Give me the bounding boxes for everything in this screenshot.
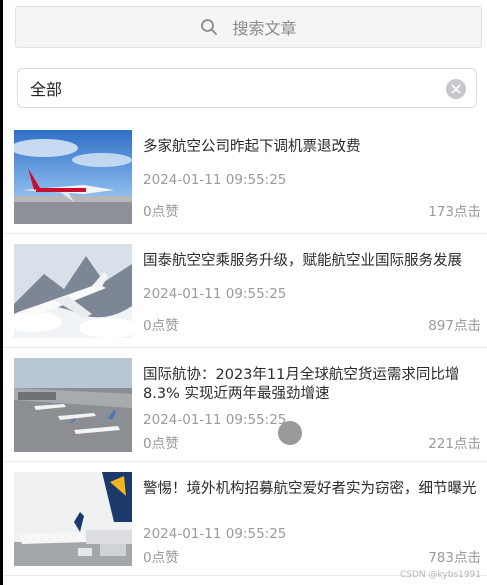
article-item[interactable]: 国泰航空空乘服务升级，赋能航空业国际服务发展 2024-01-11 09:55:… <box>3 234 487 348</box>
like-count[interactable]: 0点赞 <box>143 314 179 334</box>
like-count[interactable]: 0点赞 <box>143 432 179 452</box>
click-count: 221点击 <box>428 436 481 452</box>
article-date: 2024-01-11 09:55:25 <box>143 286 287 302</box>
search-icon <box>200 18 218 36</box>
article-title[interactable]: 国际航协：2023年11月全球航空货运需求同比增8.3% 实现近两年最强劲增速 <box>143 366 479 404</box>
search-placeholder: 搜索文章 <box>232 19 297 38</box>
click-count: 897点击 <box>428 318 481 334</box>
article-title[interactable]: 多家航空公司昨起下调机票退改费 <box>143 138 479 157</box>
article-item[interactable]: 国际航协：2023年11月全球航空货运需求同比增8.3% 实现近两年最强劲增速 … <box>3 348 487 462</box>
click-count: 173点击 <box>428 204 481 220</box>
article-title[interactable]: 警惕！境外机构招募航空爱好者实为窃密，细节曝光 <box>143 480 479 499</box>
article-item[interactable]: 多家航空公司昨起下调机票退改费 2024-01-11 09:55:25 0点赞 … <box>3 120 487 234</box>
article-date: 2024-01-11 09:55:25 <box>143 412 287 428</box>
article-list: 多家航空公司昨起下调机票退改费 2024-01-11 09:55:25 0点赞 … <box>3 120 487 576</box>
article-date: 2024-01-11 09:55:25 <box>143 172 287 188</box>
article-thumbnail[interactable] <box>14 244 132 338</box>
article-date: 2024-01-11 09:55:25 <box>143 526 287 542</box>
like-count[interactable]: 0点赞 <box>143 546 179 566</box>
article-item[interactable]: 警惕！境外机构招募航空爱好者实为窃密，细节曝光 2024-01-11 09:55… <box>3 462 487 576</box>
article-thumbnail[interactable] <box>14 358 132 452</box>
category-filter[interactable]: 全部 <box>17 68 477 108</box>
touch-indicator <box>278 421 302 445</box>
article-thumbnail[interactable] <box>14 130 132 224</box>
page: 搜索文章 全部 多家航空公司昨起下调机票退改费 2024-01-11 09:55… <box>3 0 487 585</box>
watermark: CSDN @kybs1991 <box>399 570 481 580</box>
like-count[interactable]: 0点赞 <box>143 200 179 220</box>
search-bar[interactable]: 搜索文章 <box>15 6 482 48</box>
article-title[interactable]: 国泰航空空乘服务升级，赋能航空业国际服务发展 <box>143 252 479 271</box>
category-filter-value: 全部 <box>30 80 63 99</box>
clear-icon[interactable] <box>446 79 466 99</box>
article-thumbnail[interactable] <box>14 472 132 566</box>
click-count: 783点击 <box>428 550 481 566</box>
